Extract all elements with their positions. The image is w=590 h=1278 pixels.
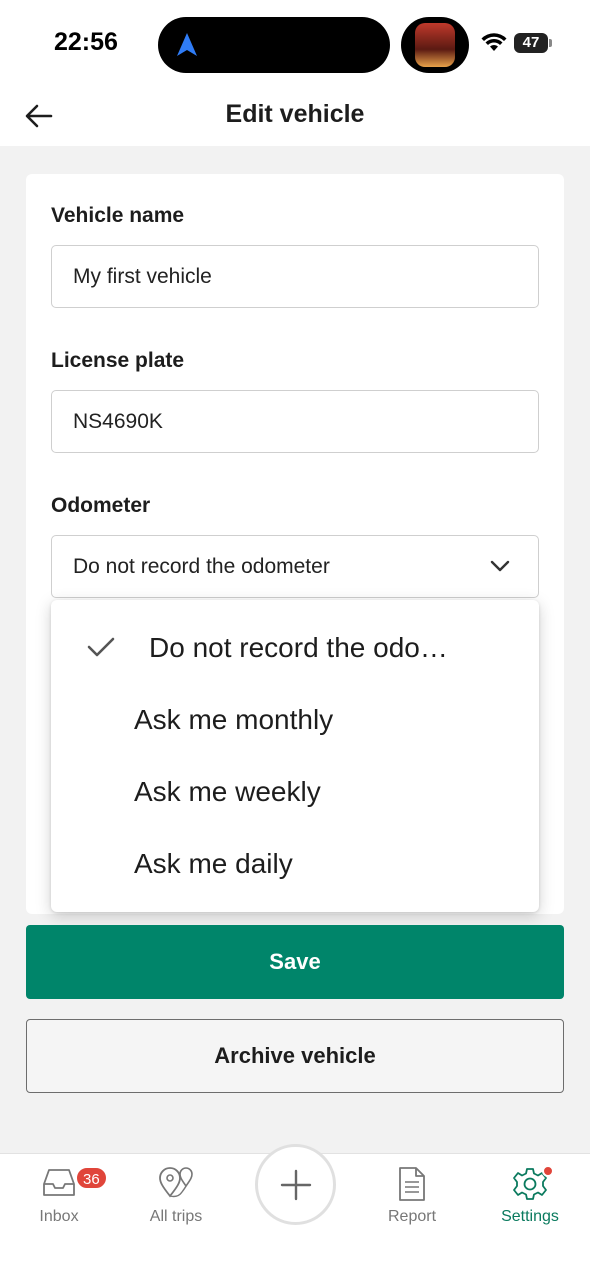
nav-label-report: Report bbox=[387, 1208, 437, 1225]
license-plate-input[interactable]: NS4690K bbox=[51, 390, 539, 453]
archive-vehicle-button[interactable]: Archive vehicle bbox=[26, 1019, 564, 1093]
chevron-down-icon bbox=[490, 560, 510, 572]
nav-item-all-trips[interactable]: All trips bbox=[126, 1154, 226, 1244]
nav-label-inbox: Inbox bbox=[39, 1208, 79, 1225]
dropdown-option-do-not-record[interactable]: Do not record the odo… bbox=[51, 612, 539, 684]
vehicle-name-input[interactable]: My first vehicle bbox=[51, 245, 539, 308]
nav-item-report[interactable]: Report bbox=[362, 1154, 462, 1244]
settings-notification-dot bbox=[542, 1165, 554, 1177]
add-button[interactable] bbox=[255, 1144, 336, 1225]
dropdown-option-monthly[interactable]: Ask me monthly bbox=[51, 684, 539, 756]
inbox-badge: 36 bbox=[75, 1166, 108, 1190]
dynamic-island[interactable] bbox=[158, 17, 390, 73]
battery-icon: 47 bbox=[514, 33, 552, 53]
map-pins-icon bbox=[159, 1167, 193, 1198]
page-title: Edit vehicle bbox=[225, 100, 365, 128]
odometer-select[interactable]: Do not record the odometer bbox=[51, 535, 539, 598]
nav-item-settings[interactable]: Settings bbox=[480, 1154, 580, 1244]
dropdown-option-label: Ask me monthly bbox=[134, 704, 334, 735]
license-plate-label: License plate bbox=[51, 349, 185, 372]
wifi-icon bbox=[481, 33, 507, 51]
odometer-label: Odometer bbox=[51, 494, 151, 517]
bottom-nav: 36 Inbox All trips Report Settings bbox=[0, 1144, 590, 1278]
live-activity-app-icon bbox=[415, 23, 455, 67]
navigation-arrow-icon bbox=[177, 33, 197, 56]
nav-item-inbox[interactable]: 36 Inbox bbox=[9, 1154, 109, 1244]
vehicle-name-label: Vehicle name bbox=[51, 204, 185, 227]
status-time: 22:56 bbox=[54, 28, 118, 56]
document-icon bbox=[399, 1167, 425, 1201]
dropdown-option-label: Do not record the odo… bbox=[149, 632, 448, 663]
odometer-select-value: Do not record the odometer bbox=[73, 555, 330, 578]
nav-label-all-trips: All trips bbox=[149, 1208, 203, 1225]
nav-label-settings: Settings bbox=[501, 1208, 559, 1225]
status-bar: 22:56 47 bbox=[0, 0, 590, 88]
dropdown-option-weekly[interactable]: Ask me weekly bbox=[51, 756, 539, 828]
app-header: Edit vehicle bbox=[0, 88, 590, 146]
save-button[interactable]: Save bbox=[26, 925, 564, 999]
dropdown-option-label: Ask me daily bbox=[134, 848, 293, 879]
live-activity-app[interactable] bbox=[401, 17, 469, 73]
dropdown-option-daily[interactable]: Ask me daily bbox=[51, 828, 539, 900]
dropdown-option-label: Ask me weekly bbox=[134, 776, 321, 807]
plus-icon bbox=[280, 1169, 312, 1201]
inbox-tray-icon bbox=[43, 1169, 75, 1196]
odometer-dropdown-menu: Do not record the odo… Ask me monthly As… bbox=[51, 600, 539, 912]
checkmark-icon bbox=[87, 637, 115, 657]
